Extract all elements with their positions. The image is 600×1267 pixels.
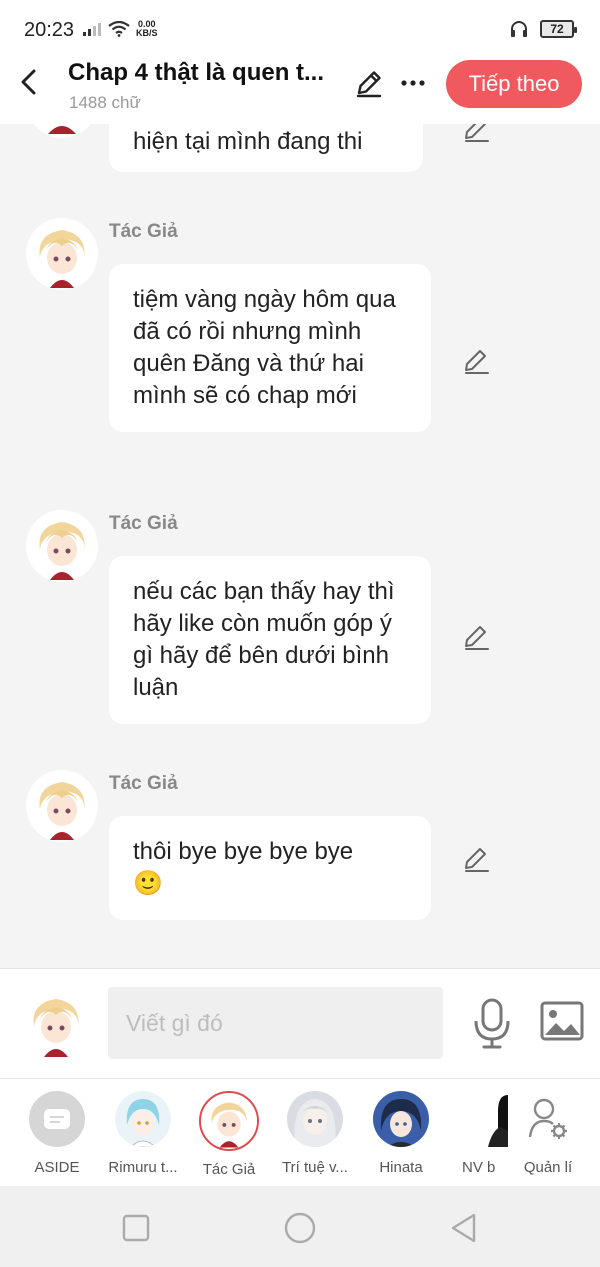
back-nav-button[interactable] [446, 1210, 482, 1246]
voice-input-button[interactable] [472, 997, 512, 1049]
character-avatar [115, 1091, 171, 1147]
more-options-button[interactable] [398, 68, 428, 98]
message-bubble: nếu các bạn thấy hay thì hãy like còn mu… [109, 556, 431, 724]
character-avatar [287, 1091, 343, 1147]
selected-speaker-avatar[interactable] [20, 987, 92, 1059]
circle-icon [284, 1212, 316, 1244]
message-bubble: tiệm vàng ngày hôm qua đã có rồi nhưng m… [109, 264, 431, 432]
pencil-icon [356, 71, 382, 98]
word-count: 1488 chữ [69, 93, 141, 112]
square-icon [122, 1214, 150, 1242]
back-arrow-icon [21, 69, 36, 95]
message-text: thôi bye bye bye bye [133, 838, 354, 865]
author-avatar[interactable] [26, 124, 98, 138]
character-avatar [373, 1091, 429, 1147]
character-label: ASIDE [34, 1159, 80, 1176]
network-speed: 0.00 KB/S [136, 20, 158, 38]
next-chapter-button[interactable]: Tiếp theo [446, 60, 582, 108]
edit-message-button[interactable] [462, 124, 490, 142]
edit-title-button[interactable] [354, 68, 384, 98]
author-avatar-image [26, 510, 98, 582]
character-label: Rimuru t... [108, 1159, 178, 1176]
author-avatar[interactable] [26, 770, 98, 842]
system-nav-bar [0, 1186, 600, 1267]
character-label: Hinata [379, 1159, 423, 1176]
character-avatar [460, 1091, 516, 1147]
headphones-icon [511, 21, 527, 37]
character-label: Tác Giả [202, 1161, 256, 1178]
chapter-title: Chap 4 thật là quen t... [68, 59, 325, 86]
message-text: hiện tại mình đang thi [133, 128, 363, 155]
signal-icon [83, 23, 101, 36]
message-text: tiệm vàng ngày hôm qua đã có rồi nhưng m… [133, 286, 396, 409]
character-avatar-selected [199, 1091, 259, 1151]
manage-characters-button[interactable]: Quản lí [510, 1091, 586, 1176]
chat-list: hiện tại mình đang thi Tác Giả tiệm vàng [0, 124, 600, 968]
chapter-header: Chap 4 thật là quen t... 1488 chữ Tiếp t… [0, 52, 600, 124]
insert-image-button[interactable] [540, 1001, 584, 1041]
character-tac-gia[interactable]: Tác Giả [186, 1091, 272, 1178]
message-bubble: hiện tại mình đang thi [109, 124, 423, 172]
character-nv[interactable]: NV b [444, 1091, 508, 1176]
character-label: Quản lí [523, 1159, 573, 1176]
message-composer [0, 968, 600, 1078]
character-aside[interactable]: ASIDE [14, 1091, 100, 1176]
message-author: Tác Giả [109, 513, 178, 534]
character-bar: ASIDE Rimuru t... Tác Giả Trí tuệ v... H… [0, 1078, 600, 1186]
message-author: Tác Giả [109, 221, 178, 242]
message-text: nếu các bạn thấy hay thì hãy like còn mu… [133, 578, 395, 701]
pencil-icon [465, 626, 489, 650]
smile-emoji-icon: 🙂 [133, 870, 163, 897]
character-hinata[interactable]: Hinata [358, 1091, 444, 1176]
edit-message-button[interactable] [462, 844, 490, 872]
status-right: 72 [510, 20, 577, 38]
user-gear-icon [520, 1091, 576, 1147]
battery-indicator: 72 [540, 20, 577, 38]
image-icon [540, 1001, 584, 1041]
edit-message-button[interactable] [462, 622, 490, 650]
home-button[interactable] [282, 1210, 318, 1246]
microphone-icon [474, 998, 510, 1049]
author-avatar-image [26, 218, 98, 290]
author-avatar[interactable] [26, 218, 98, 290]
pencil-icon [465, 350, 489, 374]
character-rimuru[interactable]: Rimuru t... [100, 1091, 186, 1176]
more-dots-icon [401, 80, 425, 86]
message-bubble: thôi bye bye bye bye 🙂 [109, 816, 431, 920]
triangle-back-icon [451, 1213, 476, 1243]
character-label: Trí tuệ v... [282, 1159, 348, 1176]
status-bar: 20:23 0.00 KB/S 72 [0, 0, 600, 52]
author-avatar-image [26, 770, 98, 842]
character-tri-tue[interactable]: Trí tuệ v... [272, 1091, 358, 1176]
author-avatar-image [33, 124, 91, 138]
message-input[interactable] [108, 987, 443, 1059]
message-author: Tác Giả [109, 773, 178, 794]
pencil-icon [465, 124, 489, 142]
speaker-avatar-image [20, 987, 92, 1059]
status-icons: 0.00 KB/S [82, 20, 158, 38]
edit-message-button[interactable] [462, 346, 490, 374]
wifi-icon [108, 21, 130, 37]
aside-icon [29, 1091, 85, 1147]
recent-apps-button[interactable] [118, 1210, 154, 1246]
character-label: NV b [462, 1159, 496, 1176]
network-speed-unit: KB/S [136, 28, 158, 38]
status-time: 20:23 [24, 19, 75, 41]
pencil-icon [465, 848, 489, 872]
author-avatar[interactable] [26, 510, 98, 582]
back-button[interactable] [12, 64, 44, 100]
